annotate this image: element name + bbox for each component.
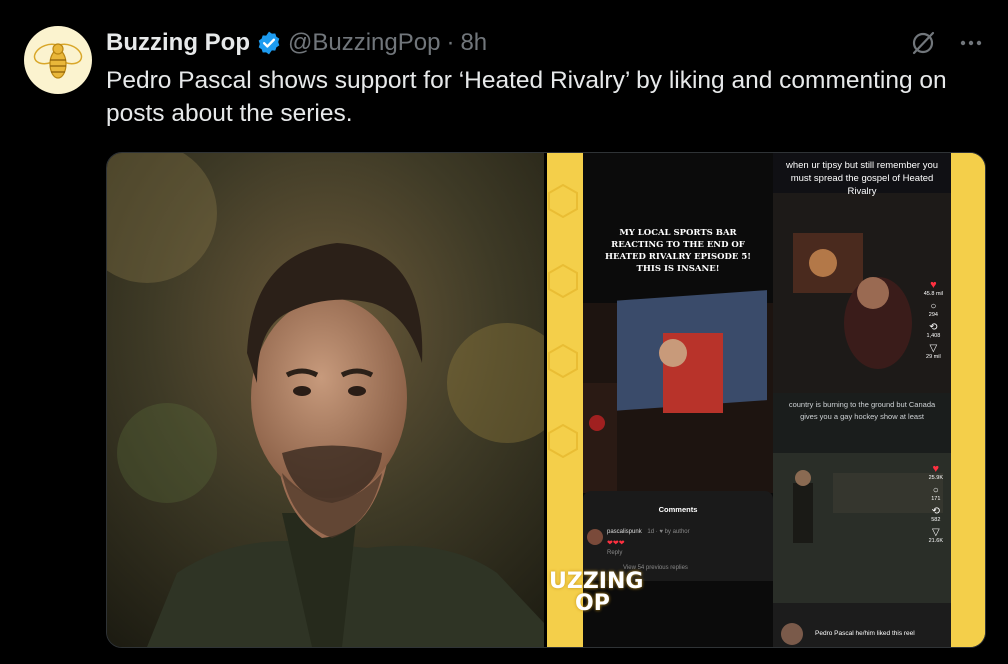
post-time[interactable]: 8h [460, 29, 487, 57]
grok-slash-icon[interactable] [910, 30, 936, 56]
left-image[interactable] [107, 153, 544, 647]
repost-icon[interactable]: ⟲ [932, 506, 940, 517]
comment-username[interactable]: pascalispunk [607, 529, 642, 535]
liked-by-panel: Pedro Pascal he/him liked this reel [773, 603, 951, 647]
comment-text: ❤❤❤ [607, 540, 625, 547]
watermark-top: UZZING [549, 569, 644, 594]
comment-icon[interactable]: ○ [933, 485, 939, 496]
repost-icon[interactable]: ⟲ [929, 322, 937, 333]
reel-post-car[interactable]: when ur tipsy but still remember you mus… [773, 153, 951, 647]
shares-count: 29 mil [926, 354, 941, 360]
reel-actions-rail-1: ♥ 45.8 mil ○ 294 ⟲ 1,408 ▽ 29 mil [924, 279, 943, 360]
buzzing-pop-watermark: UZZING OP [549, 571, 643, 615]
verified-badge-icon[interactable] [256, 30, 282, 56]
right-image-collage[interactable]: MY LOCAL SPORTS BAR REACTING TO THE END … [547, 153, 985, 647]
reel-caption-sports-bar: MY LOCAL SPORTS BAR REACTING TO THE END … [605, 228, 751, 274]
comment-icon[interactable]: ○ [930, 301, 936, 312]
comment-badge-meta: 1d · ♥ by author [647, 529, 690, 535]
watermark-bottom: OP [575, 591, 610, 616]
commenter-avatar [587, 529, 603, 545]
yellow-strip [951, 153, 985, 647]
author-handle[interactable]: @BuzzingPop [288, 29, 440, 57]
like-icon[interactable]: ♥ [930, 279, 937, 291]
reel-caption-tipsy: when ur tipsy but still remember you mus… [785, 160, 939, 197]
likes-count: 25.9K [928, 475, 943, 481]
reposts-count: 582 [931, 517, 941, 523]
reposts-count: 1,408 [926, 333, 941, 339]
portrait-photo [107, 153, 544, 647]
author-name[interactable]: Buzzing Pop [106, 29, 250, 57]
likes-count: 45.8 mil [923, 291, 943, 297]
separator-dot: · [446, 29, 455, 56]
like-icon[interactable]: ♥ [933, 463, 940, 475]
bee-logo-icon [33, 43, 83, 79]
liked-by-text: Pedro Pascal he/him liked this reel [815, 630, 915, 637]
comment-meta: pascalispunk 1d · ♥ by author [607, 529, 690, 535]
tweet-text: Pedro Pascal shows support for ‘Heated R… [106, 67, 947, 127]
shares-count: 21.6K [928, 538, 943, 544]
share-icon[interactable]: ▽ [930, 343, 938, 354]
comments-count: 171 [931, 496, 941, 502]
avatar[interactable] [24, 26, 92, 94]
comments-panel: Comments pascalispunk 1d · ♥ by author ❤… [583, 491, 773, 581]
tweet-media[interactable]: MY LOCAL SPORTS BAR REACTING TO THE END … [106, 152, 986, 648]
reel-actions-rail-2: ♥ 25.9K ○ 171 ⟲ 582 ▽ 21.6K [929, 463, 943, 544]
comment-reply-link[interactable]: Reply [607, 550, 622, 556]
reel-caption-canada: country is burning to the ground but Can… [788, 400, 936, 421]
tweet-header: Buzzing Pop @BuzzingPop · 8h [106, 28, 487, 58]
comments-title: Comments [658, 505, 698, 514]
share-icon[interactable]: ▽ [932, 527, 940, 538]
liker-avatar [781, 623, 803, 645]
header-actions [910, 30, 984, 56]
more-dots-icon[interactable] [958, 30, 984, 56]
comments-count: 294 [928, 312, 938, 318]
